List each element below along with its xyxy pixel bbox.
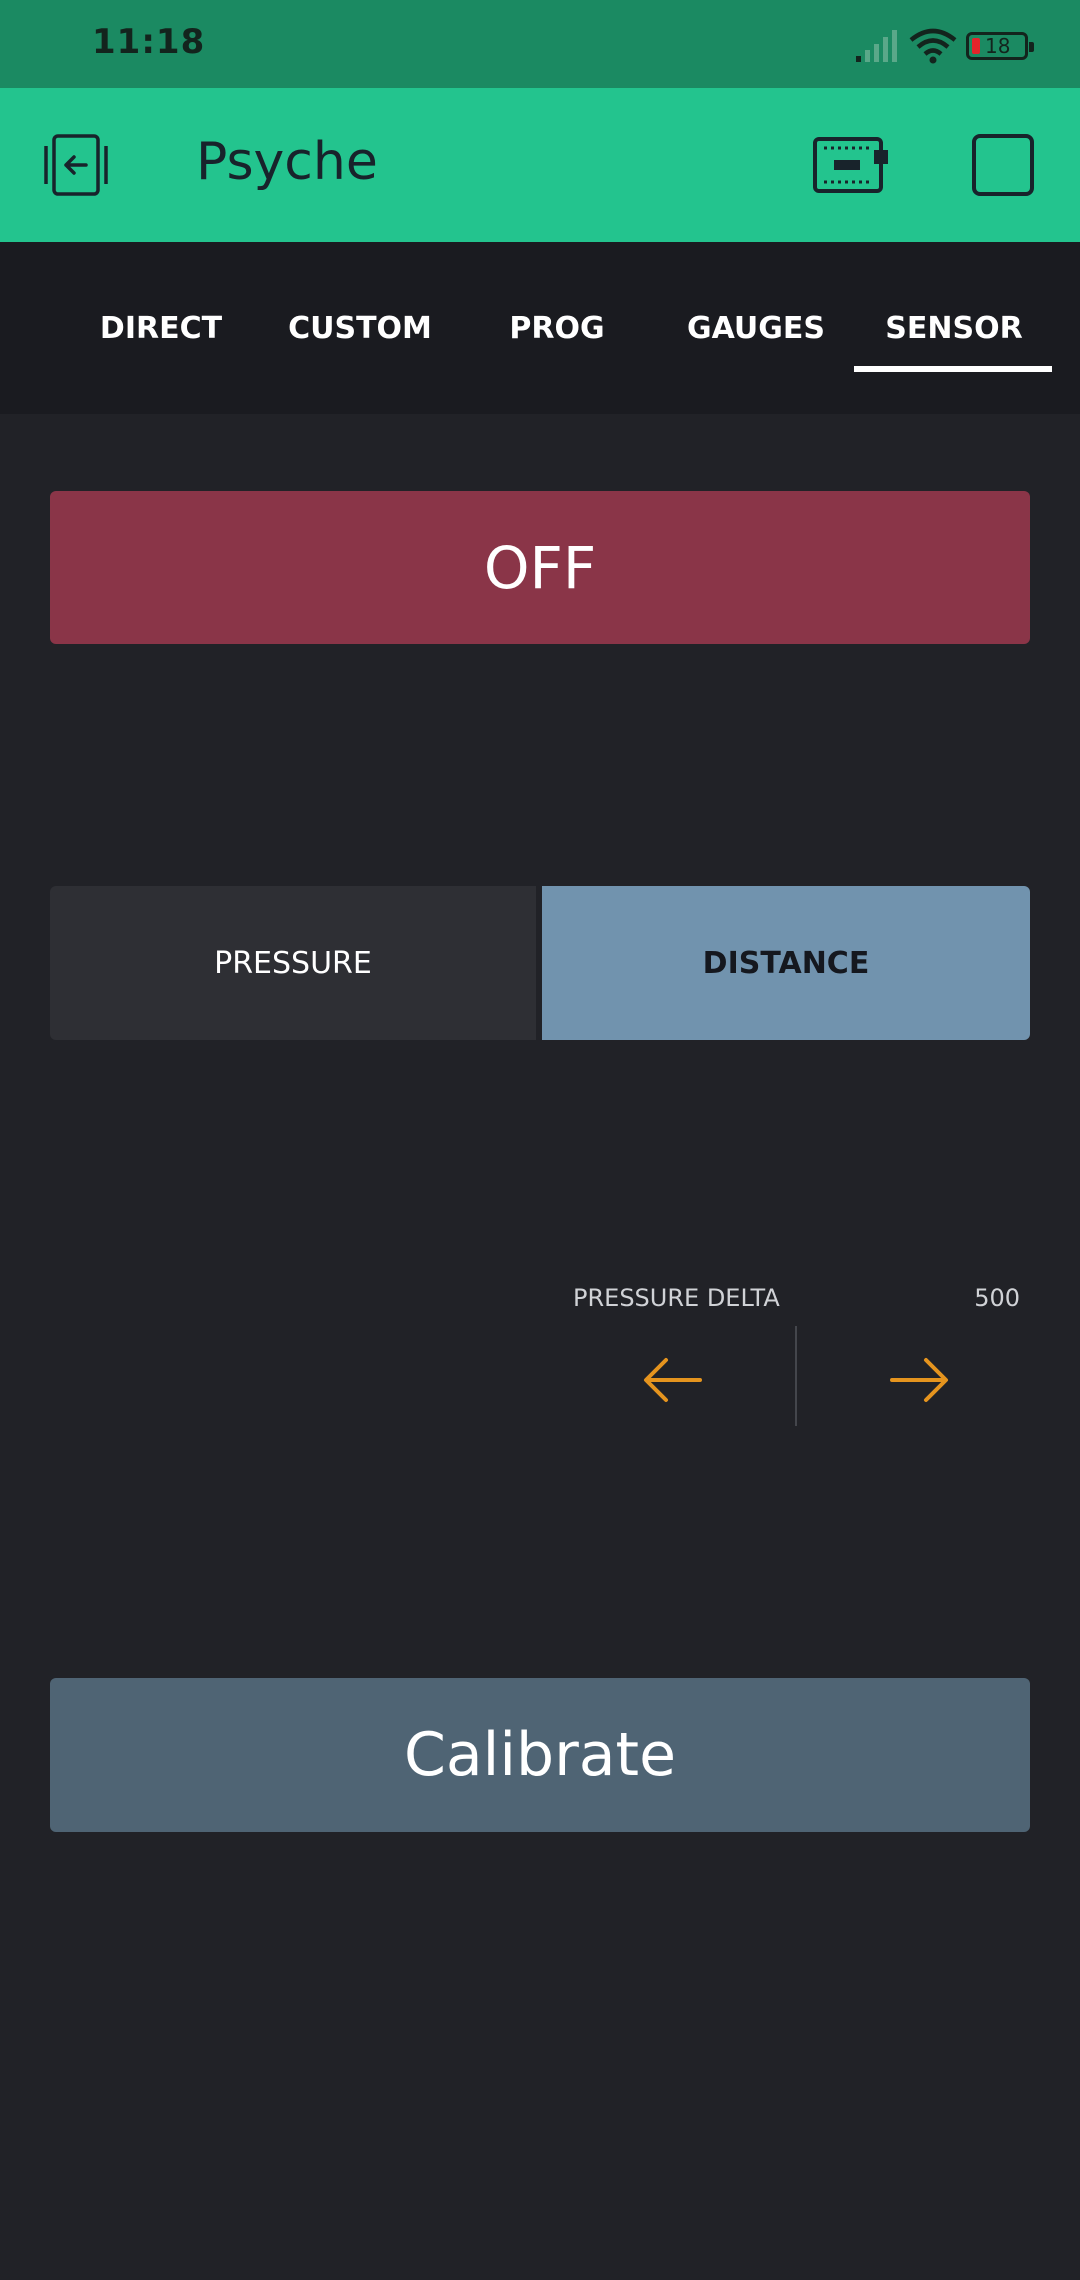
pressure-delta-label: PRESSURE DELTA — [573, 1284, 780, 1312]
status-bar: 11:18 18 — [0, 0, 1080, 88]
segment-pressure[interactable]: PRESSURE — [50, 886, 536, 1040]
tab-direct[interactable]: DIRECT — [62, 242, 260, 414]
tab-custom[interactable]: CUSTOM — [260, 242, 460, 414]
app-bar: Psyche — [0, 88, 1080, 242]
power-toggle-button[interactable]: OFF — [50, 491, 1030, 644]
battery-icon: 18 — [966, 32, 1034, 60]
app-title: Psyche — [196, 132, 378, 192]
active-tab-indicator — [854, 366, 1052, 372]
status-time: 11:18 — [92, 22, 206, 62]
stepper-divider — [795, 1326, 797, 1426]
signal-icon — [856, 30, 897, 62]
back-icon[interactable] — [40, 134, 112, 196]
decrement-arrow-icon[interactable] — [640, 1350, 706, 1410]
square-icon[interactable] — [972, 134, 1034, 196]
tab-sensor[interactable]: SENSOR — [854, 242, 1054, 414]
tab-gauges[interactable]: GAUGES — [654, 242, 858, 414]
battery-level: 18 — [985, 34, 1011, 58]
tab-prog[interactable]: PROG — [460, 242, 654, 414]
calibrate-button[interactable]: Calibrate — [50, 1678, 1030, 1832]
segment-distance[interactable]: DISTANCE — [542, 886, 1030, 1040]
device-icon[interactable] — [812, 136, 892, 194]
tab-bar: DIRECT CUSTOM PROG GAUGES SENSOR — [0, 242, 1080, 414]
pressure-delta-value: 500 — [974, 1284, 1020, 1312]
wifi-icon — [909, 28, 957, 64]
increment-arrow-icon[interactable] — [886, 1350, 952, 1410]
